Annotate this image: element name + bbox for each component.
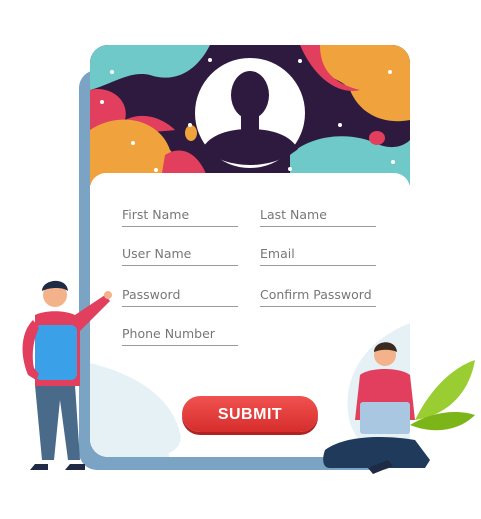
user-name-input[interactable]: User Name <box>122 246 238 266</box>
header-banner <box>90 45 410 185</box>
sitting-man-illustration <box>323 342 475 474</box>
phone-number-input[interactable]: Phone Number <box>122 326 238 346</box>
last-name-input[interactable]: Last Name <box>260 207 376 227</box>
email-input[interactable]: Email <box>260 246 376 266</box>
standing-man-illustration <box>22 280 112 470</box>
confirm-password-input[interactable]: Confirm Password <box>260 287 376 307</box>
submit-button[interactable]: SUBMIT <box>182 396 318 432</box>
password-input[interactable]: Password <box>122 287 238 307</box>
first-name-input[interactable]: First Name <box>122 207 238 227</box>
